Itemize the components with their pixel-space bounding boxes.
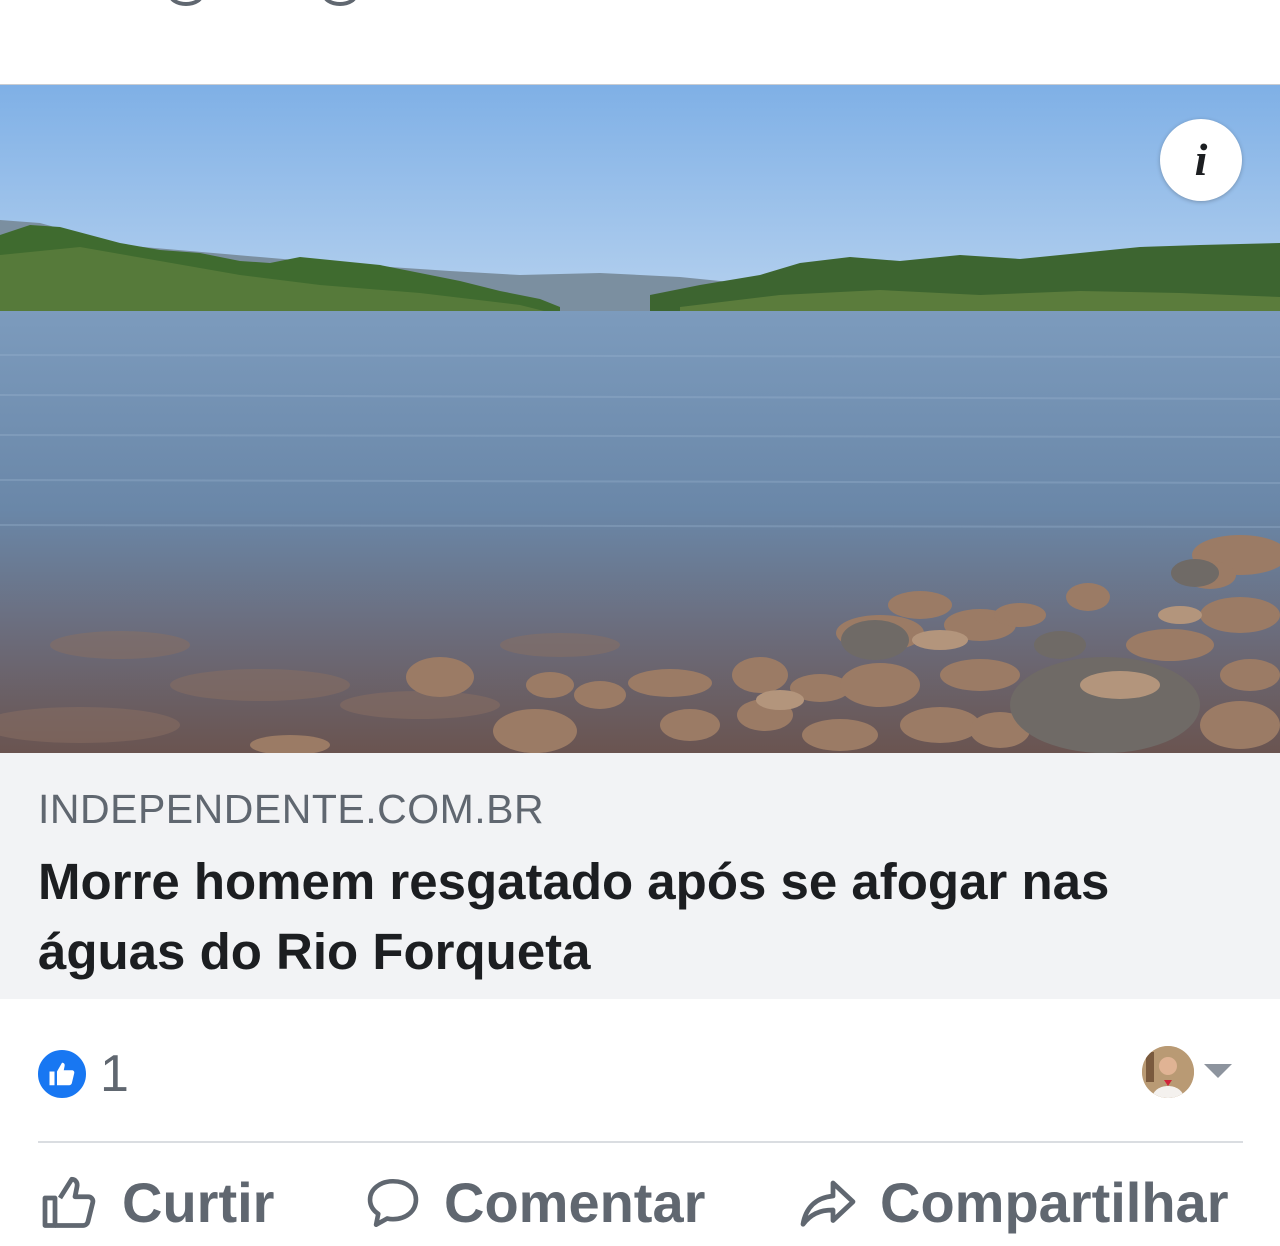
like-button-label: Curtir — [122, 1171, 275, 1234]
avatar[interactable] — [1142, 1046, 1194, 1098]
link-preview-image[interactable]: i — [0, 85, 1280, 753]
like-outline-icon — [42, 1176, 96, 1228]
chevron-down-icon[interactable] — [1204, 1064, 1232, 1078]
like-count: 1 — [100, 1045, 129, 1103]
post-actions-bar: Curtir Comentar Compartilhar — [0, 1160, 1280, 1246]
reactions-summary[interactable]: 1 — [36, 1044, 1246, 1104]
share-icon — [800, 1180, 856, 1227]
link-preview-card[interactable]: i INDEPENDENTE.COM.BR Morre homem resgat… — [0, 84, 1280, 999]
link-preview-caption[interactable]: INDEPENDENTE.COM.BR Morre homem resgatad… — [0, 753, 1280, 999]
link-domain: INDEPENDENTE.COM.BR — [38, 786, 545, 832]
share-button-label: Compartilhar — [880, 1171, 1229, 1234]
partial-icon-right — [322, 0, 358, 6]
top-strip — [0, 0, 1280, 84]
comment-button-label: Comentar — [444, 1171, 706, 1234]
ad-info-button[interactable]: i — [1160, 119, 1242, 201]
share-button[interactable]: Compartilhar — [798, 1160, 1229, 1246]
like-button[interactable]: Curtir — [40, 1160, 274, 1246]
comment-button[interactable]: Comentar — [364, 1160, 705, 1246]
link-headline: Morre homem resgatado após se afogar nas… — [38, 853, 1110, 980]
partial-icon-left — [168, 0, 204, 6]
info-icon: i — [1194, 134, 1208, 185]
divider — [38, 1141, 1243, 1143]
thumbs-up-icon — [36, 1048, 88, 1100]
comment-icon — [367, 1178, 419, 1228]
